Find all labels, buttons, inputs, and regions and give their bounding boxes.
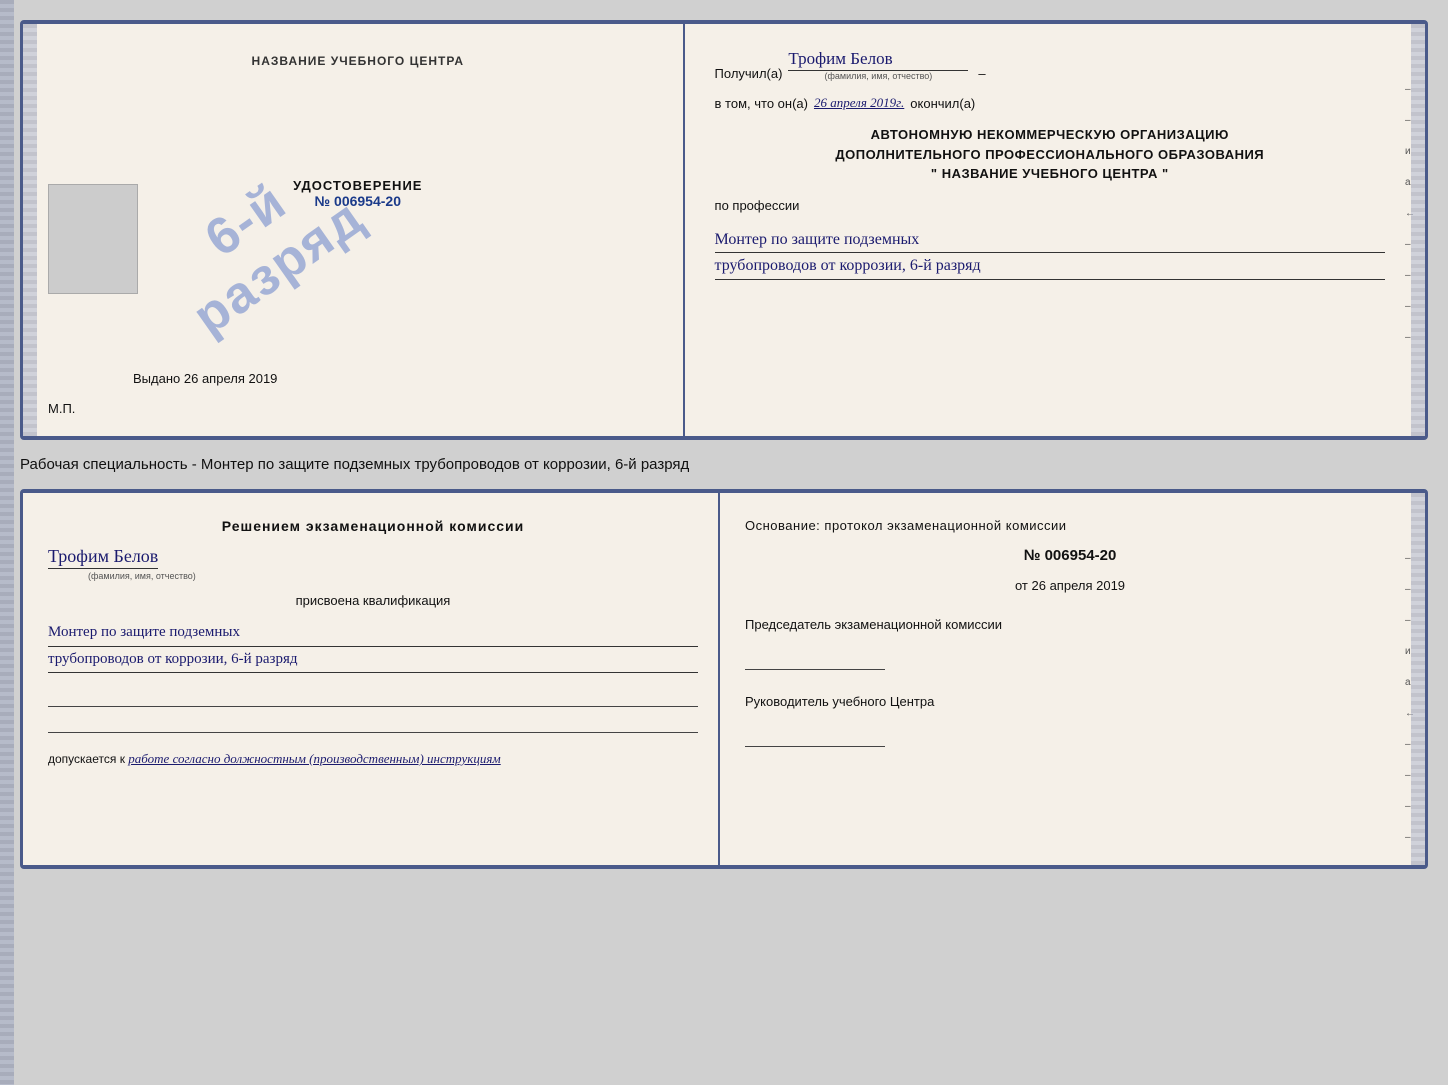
- blank-line-2: [48, 715, 698, 733]
- udostoverenie-block: УДОСТОВЕРЕНИЕ № 006954-20: [293, 178, 422, 209]
- bottom-cert-right-page: – – – и а ← – – – – Основание: протокол …: [720, 493, 1425, 865]
- bottom-name: Трофим Белов: [48, 546, 158, 569]
- org-block: АВТОНОМНУЮ НЕКОММЕРЧЕСКУЮ ОРГАНИЗАЦИЮ ДО…: [715, 125, 1385, 184]
- rukovoditel-sign-line: [745, 729, 885, 747]
- qualification-block: Монтер по защите подземных трубопроводов…: [48, 620, 698, 673]
- bottom-name-subtitle: (фамилия, имя, отчество): [88, 571, 196, 581]
- mp-line: М.П.: [48, 401, 75, 416]
- vtom-line: в том, что он(а) 26 апреля 2019г. окончи…: [715, 95, 1385, 111]
- decision-title: Решением экзаменационной комиссии: [48, 518, 698, 534]
- top-certificate: НАЗВАНИЕ УЧЕБНОГО ЦЕНТРА 6-й разряд УДОС…: [20, 20, 1428, 440]
- protocol-number: № 006954-20: [745, 547, 1395, 564]
- ot-label: от: [1015, 578, 1028, 593]
- dopuskaetsya-label: допускается к: [48, 752, 125, 766]
- poluchil-label: Получил(а): [715, 66, 783, 81]
- vydano-label: Выдано: [133, 371, 180, 386]
- udostoverenie-label: УДОСТОВЕРЕНИЕ: [293, 178, 422, 193]
- org-line1: АВТОНОМНУЮ НЕКОММЕРЧЕСКУЮ ОРГАНИЗАЦИЮ: [715, 125, 1385, 145]
- vydano-date: 26 апреля 2019: [184, 371, 278, 386]
- profession-line1: Монтер по защите подземных: [715, 227, 1385, 254]
- poluchil-subtitle: (фамилия, имя, отчество): [825, 71, 933, 81]
- poluchil-name: Трофим Белов: [788, 49, 968, 71]
- page-wrapper: НАЗВАНИЕ УЧЕБНОГО ЦЕНТРА 6-й разряд УДОС…: [20, 20, 1428, 869]
- vtom-label: в том, что он(а): [715, 96, 808, 111]
- qualification-line2: трубопроводов от коррозии, 6-й разряд: [48, 647, 698, 674]
- predsedatel-label: Председатель экзаменационной комиссии: [745, 617, 1395, 632]
- bottom-name-block: Трофим Белов (фамилия, имя, отчество): [48, 546, 698, 581]
- stamp-text: 6-й разряд: [151, 142, 375, 347]
- profession-line2: трубопроводов от коррозии, 6-й разряд: [715, 253, 1385, 280]
- rukovoditel-label: Руководитель учебного Центра: [745, 694, 1395, 709]
- osnovanie-title: Основание: протокол экзаменационной коми…: [745, 518, 1395, 533]
- blank-line-1: [48, 689, 698, 707]
- predsedatel-block: Председатель экзаменационной комиссии: [745, 617, 1395, 670]
- predsedatel-sign-line: [745, 652, 885, 670]
- okonchil-label: окончил(а): [910, 96, 975, 111]
- dopuskaetsya-block: допускается к работе согласно должностны…: [48, 751, 698, 767]
- profession-block: Монтер по защите подземных трубопроводов…: [715, 227, 1385, 280]
- top-cert-right-page: – – и а ← – – – – Получил(а) Трофим Бело…: [685, 24, 1425, 436]
- org-line3: " НАЗВАНИЕ УЧЕБНОГО ЦЕНТРА ": [715, 164, 1385, 184]
- photo-placeholder: [48, 184, 138, 294]
- ot-date-value: 26 апреля 2019: [1032, 578, 1126, 593]
- poprofessii-label: по профессии: [715, 198, 1385, 213]
- org-line2: ДОПОЛНИТЕЛЬНОГО ПРОФЕССИОНАЛЬНОГО ОБРАЗО…: [715, 145, 1385, 165]
- bottom-certificate: Решением экзаменационной комиссии Трофим…: [20, 489, 1428, 869]
- dash: –: [978, 66, 985, 81]
- rukovoditel-block: Руководитель учебного Центра: [745, 694, 1395, 747]
- bottom-cert-left-page: Решением экзаменационной комиссии Трофим…: [23, 493, 720, 865]
- qualification-line1: Монтер по защите подземных: [48, 620, 698, 647]
- top-left-title: НАЗВАНИЕ УЧЕБНОГО ЦЕНТРА: [252, 54, 464, 68]
- blank-lines: [48, 689, 698, 733]
- right-side-marks-bottom: – – – и а ← – – – –: [1405, 553, 1415, 843]
- top-cert-left-page: НАЗВАНИЕ УЧЕБНОГО ЦЕНТРА 6-й разряд УДОС…: [23, 24, 685, 436]
- poluchil-line: Получил(а) Трофим Белов (фамилия, имя, о…: [715, 49, 1385, 81]
- diagonal-stamp: 6-й разряд: [103, 84, 423, 404]
- vtom-date: 26 апреля 2019г.: [814, 95, 904, 111]
- prisvоena-label: присвоена квалификация: [48, 593, 698, 608]
- udostoverenie-number: № 006954-20: [293, 193, 422, 209]
- right-side-marks: – – и а ← – – – –: [1405, 84, 1415, 343]
- middle-text: Рабочая специальность - Монтер по защите…: [20, 452, 1428, 477]
- vydano-line: Выдано 26 апреля 2019: [133, 371, 277, 386]
- dopuskaetsya-text: работе согласно должностным (производств…: [128, 751, 500, 766]
- ot-date: от 26 апреля 2019: [745, 578, 1395, 593]
